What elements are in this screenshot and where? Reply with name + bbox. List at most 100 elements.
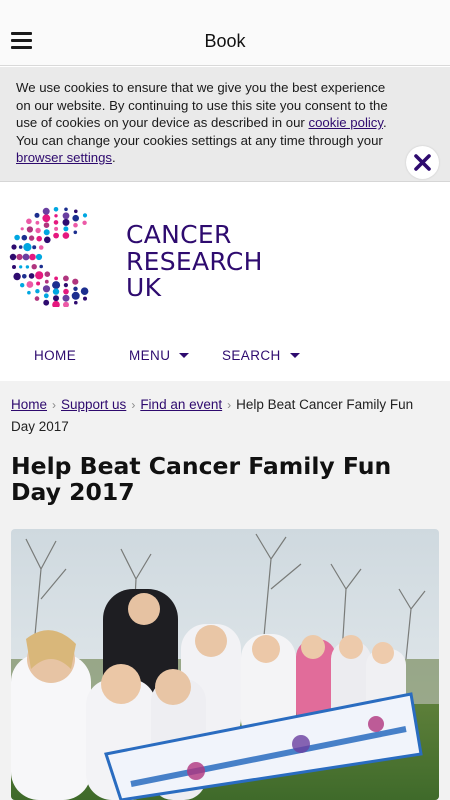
logo-dot <box>54 276 58 281</box>
chevron-down-icon <box>289 353 300 358</box>
logo-dot <box>35 220 40 225</box>
logo-dot <box>82 213 88 218</box>
logo-dot <box>63 301 69 308</box>
logo-dot <box>52 288 60 295</box>
logo-dot <box>35 227 41 234</box>
logo-dot <box>53 295 59 302</box>
nav-search[interactable]: SEARCH <box>222 348 300 363</box>
logo-dot <box>9 253 17 261</box>
logo-dot <box>18 245 23 249</box>
logo-dot <box>52 281 61 290</box>
breadcrumb: Home › Support us › Find an event › Help Beat … <box>11 394 436 438</box>
logo-dot <box>21 234 28 241</box>
chevron-down-icon <box>179 353 190 358</box>
logo-dot <box>53 220 59 225</box>
hero-photo <box>11 529 439 800</box>
logo-dot <box>43 229 50 236</box>
logo-dot <box>62 218 70 226</box>
cookie-policy-link[interactable]: cookie policy <box>309 115 384 130</box>
logo-dot <box>36 235 42 242</box>
logo-dot <box>13 272 21 281</box>
logo-dot <box>72 278 79 285</box>
logo-dot <box>62 232 70 239</box>
logo-dot <box>20 283 25 288</box>
nav-menu[interactable]: MENU <box>129 348 190 363</box>
logo-dot <box>35 271 44 280</box>
logo-dot <box>74 209 78 214</box>
nav-search-label: SEARCH <box>222 348 281 363</box>
logo-wordmark: CANCER RESEARCH UK <box>126 220 263 302</box>
logo-dot <box>26 226 33 233</box>
logo-dot <box>73 286 78 291</box>
logo-dot <box>32 245 37 250</box>
logo-dot <box>63 283 68 288</box>
logo-dot <box>12 265 16 269</box>
breadcrumb-separator-icon: › <box>227 398 232 412</box>
logo-line-2: RESEARCH <box>126 246 263 276</box>
logo-dot <box>80 287 89 295</box>
main-content: Home › Support us › Find an event › Help Beat … <box>0 381 450 800</box>
logo-dot <box>43 222 50 228</box>
main-nav: HOME MENU SEARCH <box>0 336 450 376</box>
logo-dot <box>73 230 78 235</box>
hero-image <box>11 529 439 800</box>
logo-dot <box>82 220 87 225</box>
logo-dot <box>35 289 40 294</box>
app-title: Book <box>204 31 246 51</box>
logo-dot <box>39 264 43 269</box>
logo-line-3: UK <box>126 273 162 302</box>
logo-dot <box>42 214 51 223</box>
logo-dot <box>38 245 44 250</box>
logo-dot <box>53 207 59 212</box>
logo-dot <box>73 222 78 228</box>
page-title: Help Beat Cancer Family Fun Day 2017 <box>11 452 392 506</box>
logo-dot <box>35 253 43 261</box>
logo-dot <box>43 299 50 306</box>
logo-line-1: CANCER <box>126 220 232 249</box>
logo-dot <box>63 288 69 295</box>
cookie-banner: We use cookies to ensure that we give yo… <box>0 67 450 182</box>
breadcrumb-support-us[interactable]: Support us <box>61 397 126 412</box>
logo-dot <box>36 281 41 286</box>
logo-dot <box>14 234 20 241</box>
logo-dot <box>71 291 80 300</box>
logo-dot <box>22 253 30 261</box>
logo-dot <box>62 294 70 302</box>
logo-dot <box>19 265 23 269</box>
top-app-bar: Book <box>0 0 450 66</box>
logo-dot <box>53 232 59 239</box>
logo-dot <box>11 244 17 250</box>
logo-dot <box>42 285 51 293</box>
logo-dot <box>34 296 40 301</box>
logo-dot <box>23 243 32 252</box>
logo-dot <box>52 300 60 309</box>
logo-dot <box>29 253 36 261</box>
logo-dot <box>16 253 23 261</box>
breadcrumb-home[interactable]: Home <box>11 397 47 412</box>
nav-menu-label: MENU <box>129 348 171 363</box>
breadcrumb-find-an-event[interactable]: Find an event <box>140 397 222 412</box>
browser-settings-link[interactable]: browser settings <box>16 150 112 165</box>
logo-dot <box>44 279 49 284</box>
logo-dot <box>42 207 50 215</box>
logo-dot <box>54 214 58 218</box>
close-cookie-button[interactable] <box>406 146 439 179</box>
logo-dot <box>72 214 79 222</box>
logo-dot <box>54 226 59 231</box>
logo-dot <box>28 235 35 241</box>
logo-dot <box>44 271 51 277</box>
close-icon <box>414 154 431 171</box>
cancer-research-uk-logo[interactable]: CANCER RESEARCH UK <box>9 207 269 309</box>
logo-dot <box>64 207 68 212</box>
nav-home-label: HOME <box>34 348 77 363</box>
breadcrumb-separator-icon: › <box>131 398 136 412</box>
logo-dot <box>31 264 37 270</box>
logo-dot <box>26 281 34 288</box>
nav-home[interactable]: HOME <box>34 348 76 363</box>
logo-dot <box>63 275 69 282</box>
logo-dot <box>74 300 78 305</box>
breadcrumb-separator-icon: › <box>52 398 57 412</box>
logo-dot <box>83 296 87 301</box>
logo-dot <box>25 265 30 269</box>
logo-dot <box>26 218 32 225</box>
